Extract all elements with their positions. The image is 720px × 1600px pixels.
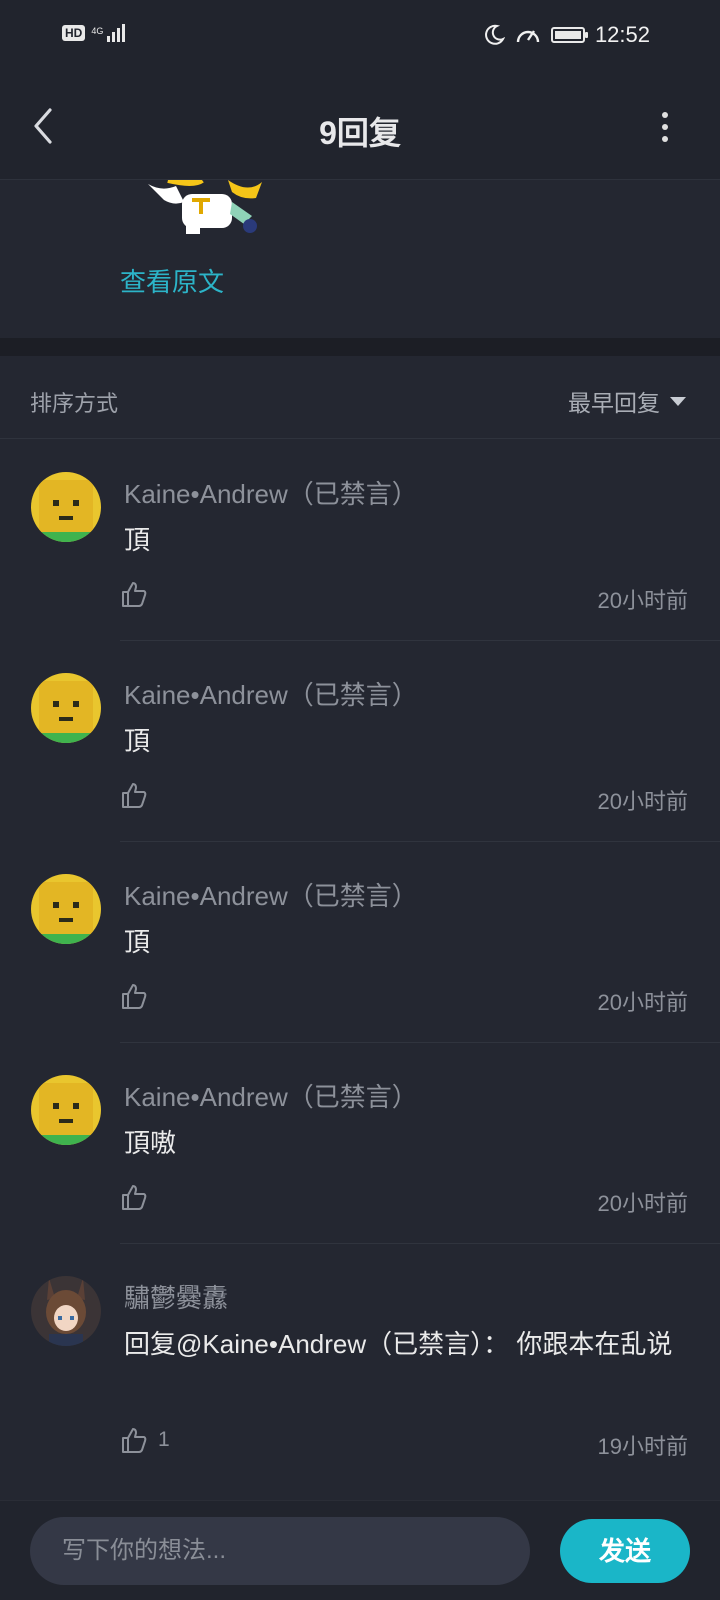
page-title: 9回复 xyxy=(319,115,401,151)
moon-icon xyxy=(485,24,505,45)
view-original-link[interactable]: 查看原文 xyxy=(120,262,224,299)
caret-down-icon xyxy=(670,396,686,406)
thumbs-up-icon xyxy=(122,582,147,607)
status-left: HD 4G xyxy=(62,24,126,42)
section-divider xyxy=(0,338,720,356)
like-button[interactable]: 1 xyxy=(120,1426,170,1454)
avatar[interactable] xyxy=(31,874,101,944)
comment-item: Kaine•Andrew（已禁言） 頂 20小时前 xyxy=(0,641,720,842)
like-button[interactable] xyxy=(120,781,158,809)
comment-text: 回复@Kaine•Andrew（已禁言）： 你跟本在乱说 xyxy=(124,1329,673,1359)
thumbs-up-icon xyxy=(122,783,147,808)
sort-dropdown[interactable]: 最早回复 xyxy=(568,384,686,418)
comment-item: 驌鬱爨纛 回复@Kaine•Andrew（已禁言）： 你跟本在乱说 1 19小时… xyxy=(0,1244,720,1494)
status-bar: HD 4G 12:52 xyxy=(0,0,720,72)
comment-time: 20小时前 xyxy=(597,588,688,613)
comment-username[interactable]: 驌鬱爨纛 xyxy=(124,1278,228,1315)
network-label: 4G xyxy=(91,26,104,36)
thumbs-up-icon xyxy=(122,984,147,1009)
reply-composer: 写下你的想法... 发送 xyxy=(0,1500,720,1600)
signal-icon: 4G xyxy=(91,24,126,42)
comment-item: Kaine•Andrew（已禁言） 頂嗷 20小时前 xyxy=(0,1043,720,1244)
comment-item: Kaine•Andrew（已禁言） 頂 20小时前 xyxy=(0,842,720,1043)
reply-input[interactable]: 写下你的想法... xyxy=(30,1517,530,1585)
thumbs-up-icon xyxy=(122,1428,147,1453)
comment-text: 頂嗷 xyxy=(124,1128,177,1158)
hd-badge: HD xyxy=(62,25,86,41)
like-button[interactable] xyxy=(120,580,158,608)
thumbs-up-icon xyxy=(122,1185,147,1210)
status-right: 12:52 xyxy=(483,22,650,48)
comment-time: 20小时前 xyxy=(597,1191,688,1216)
comment-text: 頂 xyxy=(124,525,151,555)
like-button[interactable] xyxy=(120,982,158,1010)
more-options-icon[interactable] xyxy=(660,112,670,142)
like-count: 1 xyxy=(158,1428,170,1451)
comment-username[interactable]: Kaine•Andrew（已禁言） xyxy=(124,876,418,913)
sort-bar: 排序方式 最早回复 xyxy=(0,356,720,439)
avatar[interactable] xyxy=(31,673,101,743)
comment-time: 20小时前 xyxy=(597,789,688,814)
avatar[interactable] xyxy=(31,472,101,542)
comment-text: 頂 xyxy=(124,726,151,756)
top-bar: 9回复 xyxy=(0,72,720,180)
comment-username[interactable]: Kaine•Andrew（已禁言） xyxy=(124,474,418,511)
sort-selected-value: 最早回复 xyxy=(568,390,660,416)
speedometer-icon xyxy=(516,30,540,43)
comment-username[interactable]: Kaine•Andrew（已禁言） xyxy=(124,1077,418,1114)
avatar[interactable] xyxy=(31,1075,101,1145)
clock: 12:52 xyxy=(594,22,650,47)
battery-icon xyxy=(550,27,588,43)
sticker-image xyxy=(148,180,262,234)
like-button[interactable] xyxy=(120,1183,158,1211)
reply-list: Kaine•Andrew（已禁言） 頂 20小时前 Kaine•Andrew（已… xyxy=(0,440,720,1494)
original-post-excerpt: 查看原文 xyxy=(0,180,720,338)
comment-time: 19小时前 xyxy=(597,1434,688,1459)
comment-username[interactable]: Kaine•Andrew（已禁言） xyxy=(124,675,418,712)
comment-item: Kaine•Andrew（已禁言） 頂 20小时前 xyxy=(0,440,720,641)
comment-time: 20小时前 xyxy=(597,990,688,1015)
avatar[interactable] xyxy=(31,1276,101,1346)
sort-label: 排序方式 xyxy=(30,391,119,416)
send-button[interactable]: 发送 xyxy=(560,1519,690,1583)
comment-text: 頂 xyxy=(124,927,151,957)
